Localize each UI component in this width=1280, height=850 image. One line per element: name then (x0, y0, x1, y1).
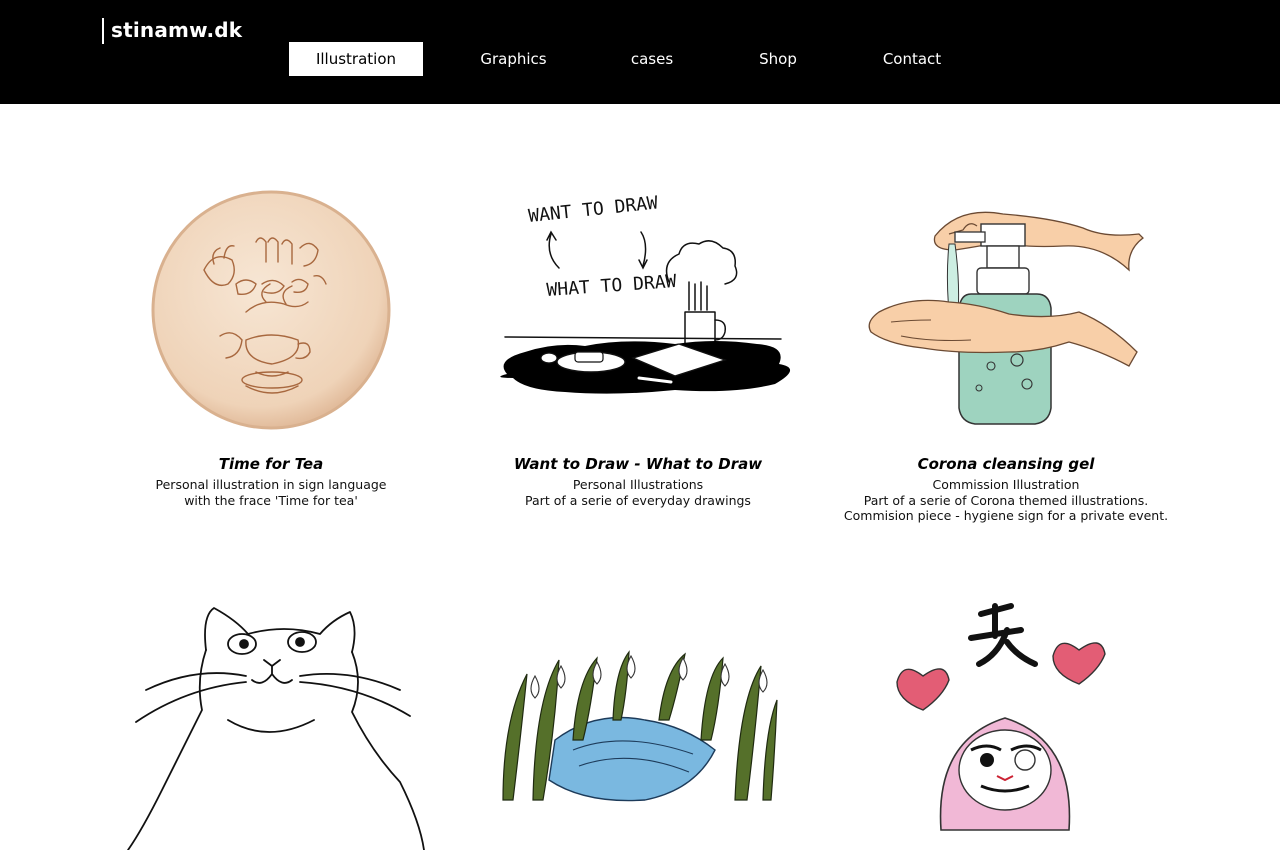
nav-graphics[interactable]: Graphics (463, 42, 564, 76)
description-line: Personal Illustrations (572, 477, 704, 492)
description-line: Part of a serie of Corona themed illustr… (863, 492, 1149, 508)
gallery-item-description: Personal Illustrations Part of a serie o… (463, 477, 813, 508)
snowdrops-illustration[interactable] (463, 590, 813, 850)
art-text: WANT TO DRAW (527, 192, 659, 226)
gallery-item-description: Commission Illustration Part of a serie … (831, 477, 1181, 524)
gallery-item-title: Corona cleansing gel (917, 455, 1095, 473)
description-line: Commision piece - hygiene sign for a pri… (843, 508, 1169, 523)
site-logo[interactable]: stinamw.dk (102, 18, 242, 44)
cat-illustration[interactable] (96, 590, 446, 850)
nav-contact[interactable]: Contact (864, 42, 960, 76)
description-line: with the frace 'Time for tea' (184, 492, 358, 508)
gallery-item-description: Personal illustration in sign language w… (96, 477, 446, 508)
gallery-item-title: Time for Tea (218, 455, 324, 473)
daruma-illustration[interactable] (831, 590, 1181, 850)
tea-coaster-illustration[interactable] (96, 172, 446, 432)
nav-shop[interactable]: Shop (740, 42, 816, 76)
cleansing-gel-illustration[interactable] (831, 172, 1181, 432)
description-line: Commission Illustration (932, 477, 1080, 492)
want-to-draw-illustration[interactable]: WANT TO DRAW WHAT TO DRAW (463, 172, 813, 432)
nav-cases[interactable]: cases (612, 42, 692, 76)
description-line: Personal illustration in sign language (155, 477, 387, 492)
art-text: WHAT TO DRAW (546, 271, 677, 301)
gallery-item-title: Want to Draw - What to Draw (513, 455, 763, 473)
description-line: Part of a serie of everyday drawings (525, 492, 751, 508)
site-header: stinamw.dk Illustration Graphics cases S… (0, 0, 1280, 104)
nav-illustration[interactable]: Illustration (289, 42, 423, 76)
